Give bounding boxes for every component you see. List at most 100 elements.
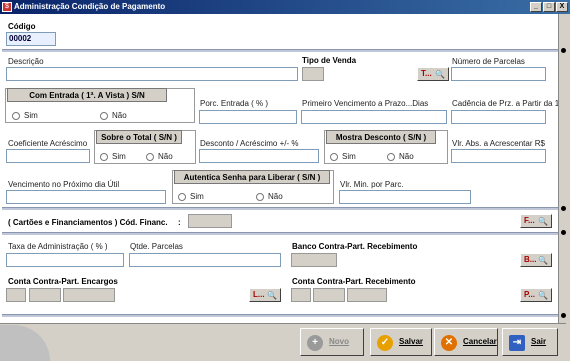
novo-button[interactable]: + Novo	[300, 328, 364, 356]
magnifier-icon: 🔍	[538, 256, 548, 265]
num-parcelas-label: Número de Parcelas	[452, 57, 525, 66]
autentica-sim-label: Sim	[190, 192, 204, 201]
salvar-label: Salvar	[399, 337, 424, 346]
magnifier-icon: 🔍	[267, 291, 277, 300]
cod-financ-field[interactable]	[188, 214, 232, 228]
receb-button-label: P...	[524, 290, 535, 299]
autentica-title: Autentica Senha para Liberar ( S/N )	[174, 170, 330, 184]
sobre-total-sim-label: Sim	[112, 152, 126, 161]
banco-code[interactable]	[291, 253, 337, 267]
close-button[interactable]: X	[556, 2, 568, 12]
cancelar-label: Cancelar	[463, 337, 497, 346]
vlr-min-label: Vlr. Min. por Parc.	[340, 180, 404, 189]
com-entrada-nao-label: Não	[112, 111, 127, 120]
scroll-marker	[561, 313, 566, 318]
encargos-search-button[interactable]: L... 🔍	[249, 288, 281, 302]
autentica-nao-label: Não	[268, 192, 283, 201]
encargos-code-2[interactable]	[29, 288, 61, 302]
sobre-total-sim-radio[interactable]	[100, 153, 108, 161]
primeiro-venc-label: Primeiro Vencimento a Prazo...Dias	[302, 99, 429, 108]
cancelar-button[interactable]: ✕ Cancelar	[434, 328, 498, 356]
autentica-sim-radio[interactable]	[178, 193, 186, 201]
cadencia-input[interactable]	[451, 110, 546, 124]
app-icon: $	[2, 2, 12, 12]
com-entrada-nao-radio[interactable]	[100, 112, 108, 120]
com-entrada-sim-radio[interactable]	[12, 112, 20, 120]
sobre-total-nao-radio[interactable]	[146, 153, 154, 161]
vlr-min-input[interactable]	[339, 190, 471, 204]
codigo-field[interactable]: 00002	[6, 32, 56, 46]
sobre-total-title: Sobre o Total ( S/N )	[96, 130, 182, 144]
coef-label: Coeficiente Acréscimo	[8, 139, 88, 148]
qtde-label: Qtde. Parcelas	[130, 242, 183, 251]
check-icon: ✓	[377, 335, 393, 351]
num-parcelas-input[interactable]	[451, 67, 546, 81]
autentica-nao-radio[interactable]	[256, 193, 264, 201]
receb-code-3[interactable]	[347, 288, 387, 302]
scroll-marker	[561, 206, 566, 211]
exit-door-icon: ⇥	[509, 335, 525, 351]
tipo-venda-search-button[interactable]: T... 🔍	[417, 67, 449, 81]
encargos-button-label: L...	[253, 290, 265, 299]
financ-search-button[interactable]: F... 🔍	[520, 214, 552, 228]
com-entrada-title: Com Entrada ( 1ª. A Vista ) S/N	[7, 88, 167, 102]
desconto-input[interactable]	[199, 149, 319, 163]
codigo-label: Código	[8, 22, 36, 31]
com-entrada-sim-label: Sim	[24, 111, 38, 120]
magnifier-icon: 🔍	[538, 217, 548, 226]
magnifier-icon: 🔍	[435, 70, 445, 79]
descricao-input[interactable]	[6, 67, 298, 81]
qtde-input[interactable]	[129, 253, 281, 267]
scroll-marker	[561, 48, 566, 53]
banco-search-button[interactable]: B... 🔍	[520, 253, 552, 267]
porc-entrada-input[interactable]	[199, 110, 297, 124]
vlr-abs-input[interactable]	[451, 149, 546, 163]
separator	[2, 49, 560, 52]
receb-code-2[interactable]	[313, 288, 345, 302]
encargos-label: Conta Contra-Part. Encargos	[8, 277, 118, 286]
separator	[2, 314, 560, 317]
cadencia-label: Cadência de Prz. a Partir da 1ª.	[452, 99, 565, 108]
salvar-button[interactable]: ✓ Salvar	[370, 328, 432, 356]
mostra-desconto-nao-radio[interactable]	[387, 153, 395, 161]
primeiro-venc-input[interactable]	[301, 110, 447, 124]
sobre-total-nao-label: Não	[158, 152, 173, 161]
banco-label: Banco Contra-Part. Recebimento	[292, 242, 418, 251]
venc-util-label: Vencimento no Próximo dia Útil	[8, 180, 120, 189]
taxa-label: Taxa de Administração ( % )	[8, 242, 108, 251]
vlr-abs-label: Vlr. Abs. a Acrescentar R$	[452, 139, 545, 148]
mostra-desconto-nao-label: Não	[399, 152, 414, 161]
descricao-label: Descrição	[8, 57, 44, 66]
venc-util-input[interactable]	[6, 190, 166, 204]
separator	[2, 232, 560, 235]
minimize-button[interactable]: _	[530, 2, 542, 12]
mostra-desconto-sim-radio[interactable]	[330, 153, 338, 161]
separator	[2, 207, 560, 210]
sair-button[interactable]: ⇥ Sair	[502, 328, 558, 356]
receb-code-1[interactable]	[291, 288, 311, 302]
scroll-marker	[561, 230, 566, 235]
sair-label: Sair	[531, 337, 547, 346]
mostra-desconto-sim-label: Sim	[342, 152, 356, 161]
encargos-code-1[interactable]	[6, 288, 26, 302]
novo-icon: +	[307, 335, 323, 351]
financ-button-label: F...	[524, 216, 535, 225]
receb-search-button[interactable]: P... 🔍	[520, 288, 552, 302]
tipo-venda-code[interactable]	[302, 67, 324, 81]
novo-label: Novo	[329, 337, 349, 346]
vertical-scrollbar[interactable]	[558, 14, 570, 361]
porc-entrada-label: Porc. Entrada ( % )	[200, 99, 269, 108]
taxa-input[interactable]	[6, 253, 124, 267]
mostra-desconto-title: Mostra Desconto ( S/N )	[326, 130, 436, 144]
window-title: Administração Condição de Pagamento	[14, 2, 166, 11]
desconto-label: Desconto / Acréscimo +/- %	[200, 139, 299, 148]
tipo-venda-label: Tipo de Venda	[302, 56, 357, 65]
encargos-code-3[interactable]	[63, 288, 115, 302]
cancel-icon: ✕	[441, 335, 457, 351]
window-titlebar: Administração Condição de Pagamento	[0, 0, 570, 14]
magnifier-icon: 🔍	[538, 291, 548, 300]
maximize-button[interactable]: □	[543, 2, 555, 12]
banco-button-label: B...	[524, 255, 537, 264]
cartoes-colon: :	[178, 218, 181, 227]
coef-input[interactable]	[6, 149, 90, 163]
